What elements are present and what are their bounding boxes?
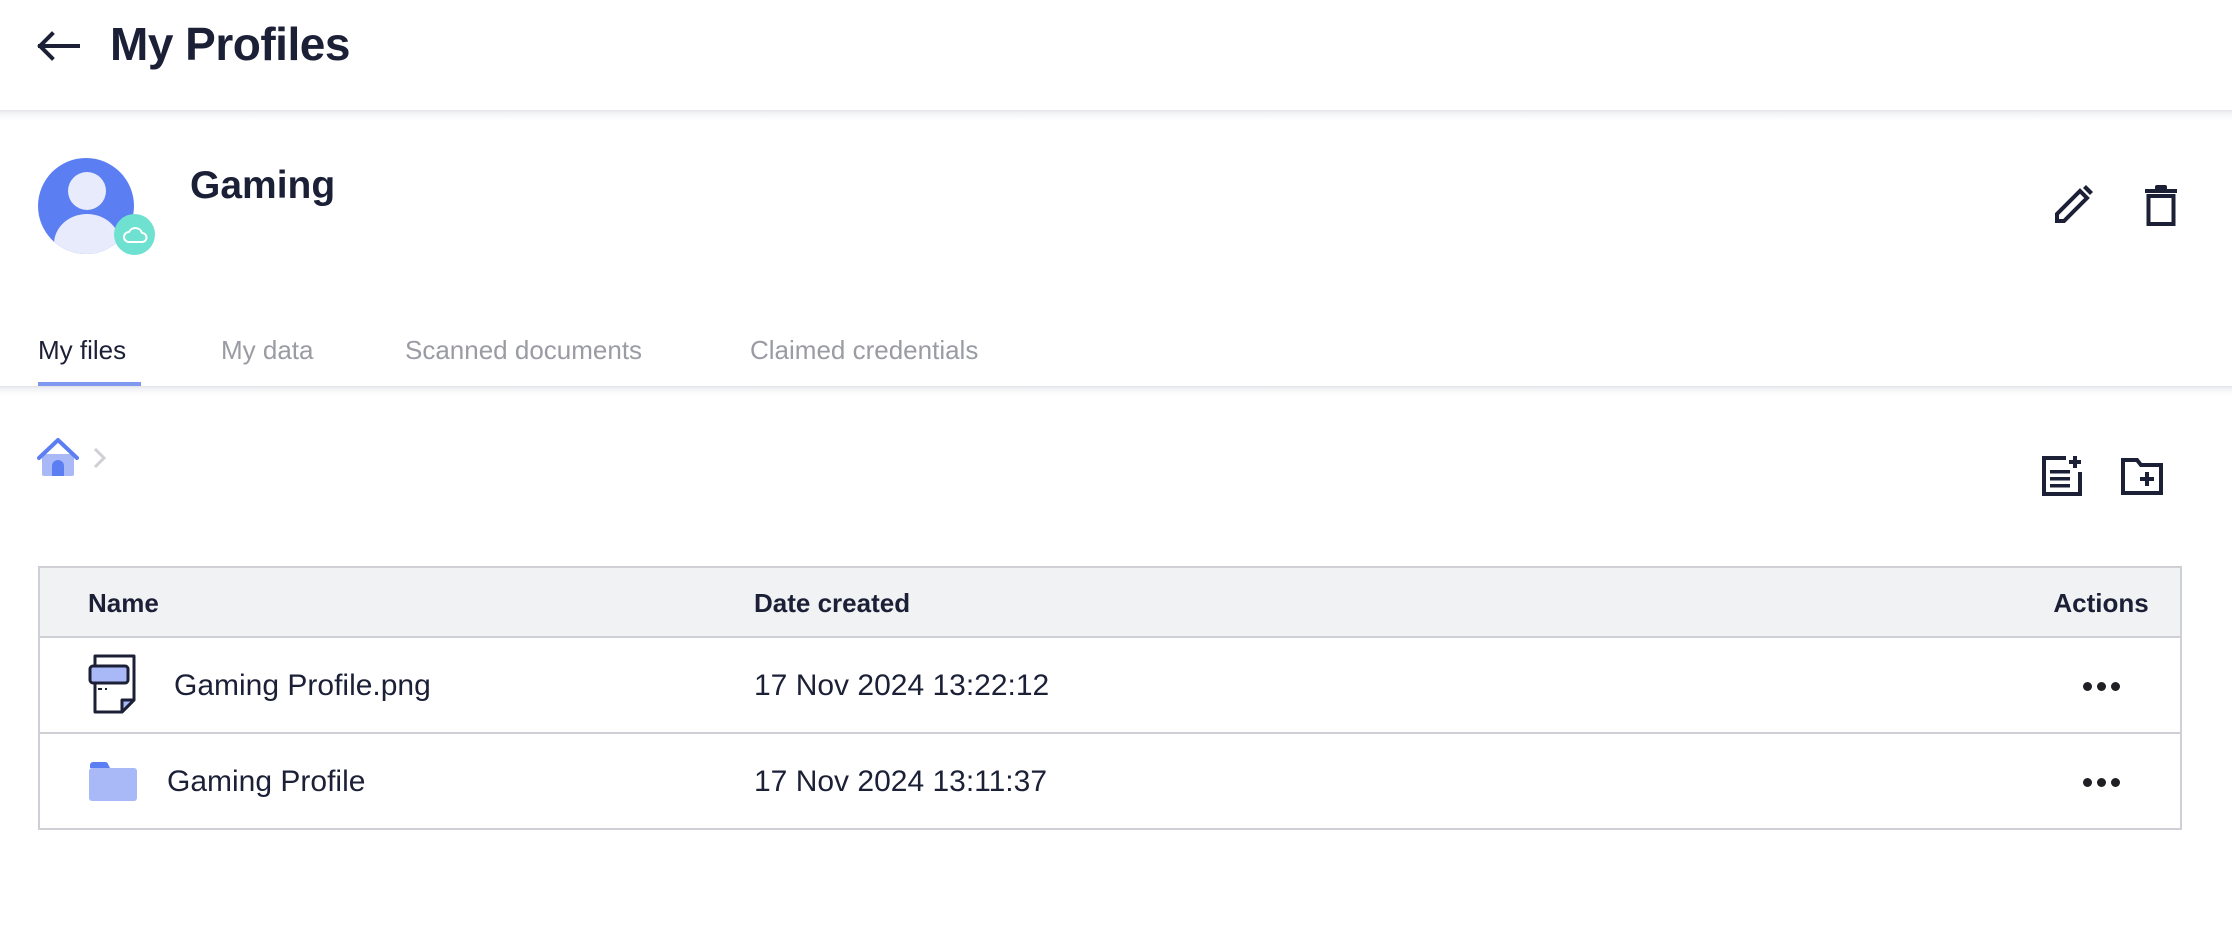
breadcrumb-home[interactable] [36, 436, 80, 480]
more-dot [2096, 681, 2106, 691]
profile-name: Gaming [190, 164, 336, 207]
folder-icon [88, 760, 138, 807]
file-name[interactable]: Gaming Profile.png [174, 666, 431, 706]
cloud-icon [122, 226, 147, 243]
more-horizontal-icon [2082, 777, 2092, 787]
avatar-head [68, 172, 106, 210]
folder-add-icon [2121, 458, 2163, 495]
file-date-created: 17 Nov 2024 13:22:12 [754, 669, 1050, 702]
more-dot [2096, 777, 2106, 787]
header-divider [0, 110, 2232, 120]
table-header: Name Date created Actions [40, 568, 2180, 638]
edit-profile-button[interactable] [2046, 178, 2100, 232]
pencil-icon [2055, 185, 2093, 223]
tab-claimed-credentials[interactable]: Claimed credentials [750, 332, 978, 368]
avatar-body [54, 214, 120, 254]
column-header-date-created[interactable]: Date created [754, 587, 910, 619]
breadcrumb-separator [90, 446, 110, 470]
add-folder-button[interactable] [2116, 450, 2168, 502]
column-header-actions: Actions [2053, 588, 2149, 618]
page-title: My Profiles [110, 18, 350, 70]
tab-scanned-documents[interactable]: Scanned documents [405, 332, 642, 368]
more-dot [2110, 777, 2120, 787]
profile-tabs: My files My data Scanned documents Claim… [0, 320, 2232, 386]
cloud-sync-badge [114, 214, 155, 255]
row-actions-button[interactable] [2074, 668, 2128, 704]
app-header: My Profiles [0, 0, 2232, 110]
table-row[interactable]: Gaming Profile 17 Nov 2024 13:11:37 [40, 734, 2180, 828]
note-add-icon [2042, 456, 2082, 496]
add-document-button[interactable] [2036, 450, 2088, 502]
tab-my-data[interactable]: My data [221, 332, 314, 368]
table-row[interactable]: Gaming Profile.png 17 Nov 2024 13:22:12 [40, 638, 2180, 734]
back-button[interactable] [34, 24, 82, 68]
folder-name[interactable]: Gaming Profile [167, 762, 365, 802]
home-icon [37, 438, 79, 476]
tab-my-files[interactable]: My files [38, 332, 126, 368]
image-file-icon [88, 654, 140, 719]
tabs-divider [0, 386, 2232, 396]
trash-icon [2145, 185, 2177, 226]
folder-date-created: 17 Nov 2024 13:11:37 [754, 765, 1048, 798]
more-horizontal-icon [2082, 681, 2092, 691]
files-table: Name Date created Actions Gaming Profile… [38, 566, 2182, 830]
arrow-left-icon [37, 31, 80, 61]
column-header-name[interactable]: Name [88, 587, 159, 619]
delete-profile-button[interactable] [2134, 178, 2188, 232]
more-dot [2110, 681, 2120, 691]
row-actions-button[interactable] [2074, 764, 2128, 800]
chevron-right-icon [93, 447, 107, 469]
